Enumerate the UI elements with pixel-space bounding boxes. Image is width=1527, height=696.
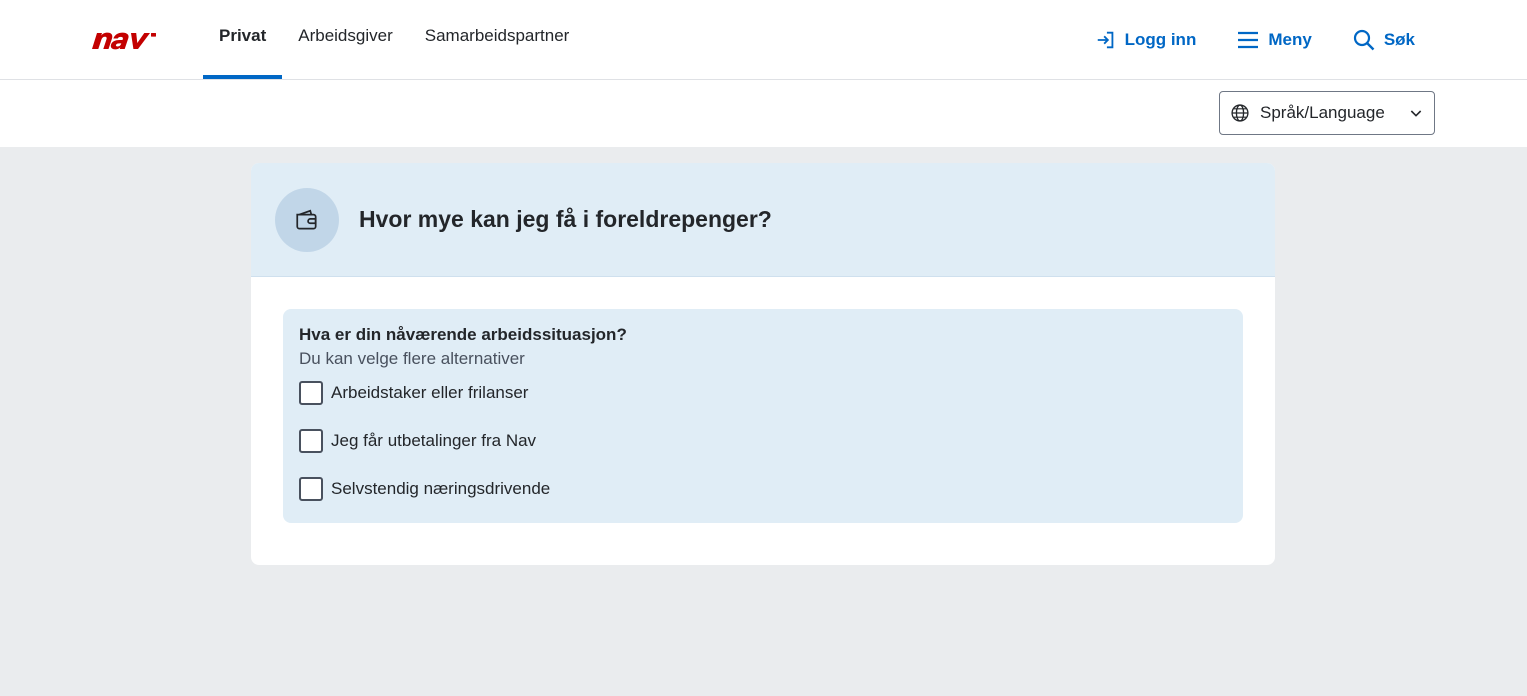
tab-label: Samarbeidspartner xyxy=(424,26,570,45)
audience-tabs: Privat Arbeidsgiver Samarbeidspartner xyxy=(203,0,585,79)
login-button[interactable]: Logg inn xyxy=(1075,18,1217,62)
checkbox[interactable] xyxy=(299,381,323,405)
language-bar: Språk/Language xyxy=(0,80,1527,147)
nav-logo-icon xyxy=(92,32,156,50)
option-label: Selvstendig næringsdrivende xyxy=(331,479,551,498)
option-selvstendig[interactable]: Selvstendig næringsdrivende xyxy=(299,477,1227,501)
menu-label: Meny xyxy=(1268,29,1312,49)
checkbox[interactable] xyxy=(299,429,323,453)
search-button[interactable]: Søk xyxy=(1332,18,1435,62)
tab-label: Arbeidsgiver xyxy=(298,26,393,45)
checkbox-group: Arbeidstaker eller frilanser Jeg får utb… xyxy=(299,381,1227,501)
site-header: Privat Arbeidsgiver Samarbeidspartner Lo… xyxy=(0,0,1527,80)
search-label: Søk xyxy=(1383,29,1415,49)
language-select[interactable]: Språk/Language xyxy=(1219,91,1435,135)
tab-privat[interactable]: Privat xyxy=(203,0,283,79)
search-icon xyxy=(1353,29,1375,50)
wallet-icon xyxy=(296,209,317,230)
header-actions: Logg inn Meny Søk xyxy=(1075,0,1435,79)
page-title: Hvor mye kan jeg få i foreldrepenger? xyxy=(359,206,772,232)
nav-logo[interactable] xyxy=(91,28,157,50)
card-header: Hvor mye kan jeg få i foreldrepenger? xyxy=(251,163,1275,277)
question-legend: Hva er din nåværende arbeidssituasjon? xyxy=(299,325,627,344)
wallet-icon-badge xyxy=(275,187,339,252)
tab-label: Privat xyxy=(219,26,267,45)
tab-arbeidsgiver[interactable]: Arbeidsgiver xyxy=(282,0,409,79)
tab-samarbeidspartner[interactable]: Samarbeidspartner xyxy=(409,0,586,79)
hamburger-icon xyxy=(1238,31,1259,48)
menu-button[interactable]: Meny xyxy=(1216,18,1331,62)
option-arbeidstaker[interactable]: Arbeidstaker eller frilanser xyxy=(299,381,1227,405)
chevron-down-icon xyxy=(1410,110,1422,117)
question-description: Du kan velge flere alternativer xyxy=(299,349,525,368)
option-label: Jeg får utbetalinger fra Nav xyxy=(331,431,537,450)
login-label: Logg inn xyxy=(1124,29,1197,49)
work-situation-fieldset: Hva er din nåværende arbeidssituasjon? D… xyxy=(283,309,1243,523)
card-body: Hva er din nåværende arbeidssituasjon? D… xyxy=(251,277,1275,555)
option-utbetalinger-nav[interactable]: Jeg får utbetalinger fra Nav xyxy=(299,429,1227,453)
globe-icon xyxy=(1231,104,1249,122)
option-label: Arbeidstaker eller frilanser xyxy=(331,383,529,402)
checkbox[interactable] xyxy=(299,477,323,501)
language-label: Språk/Language xyxy=(1260,103,1385,122)
calculator-card: Hvor mye kan jeg få i foreldrepenger? Hv… xyxy=(251,163,1275,565)
login-icon xyxy=(1097,31,1113,48)
